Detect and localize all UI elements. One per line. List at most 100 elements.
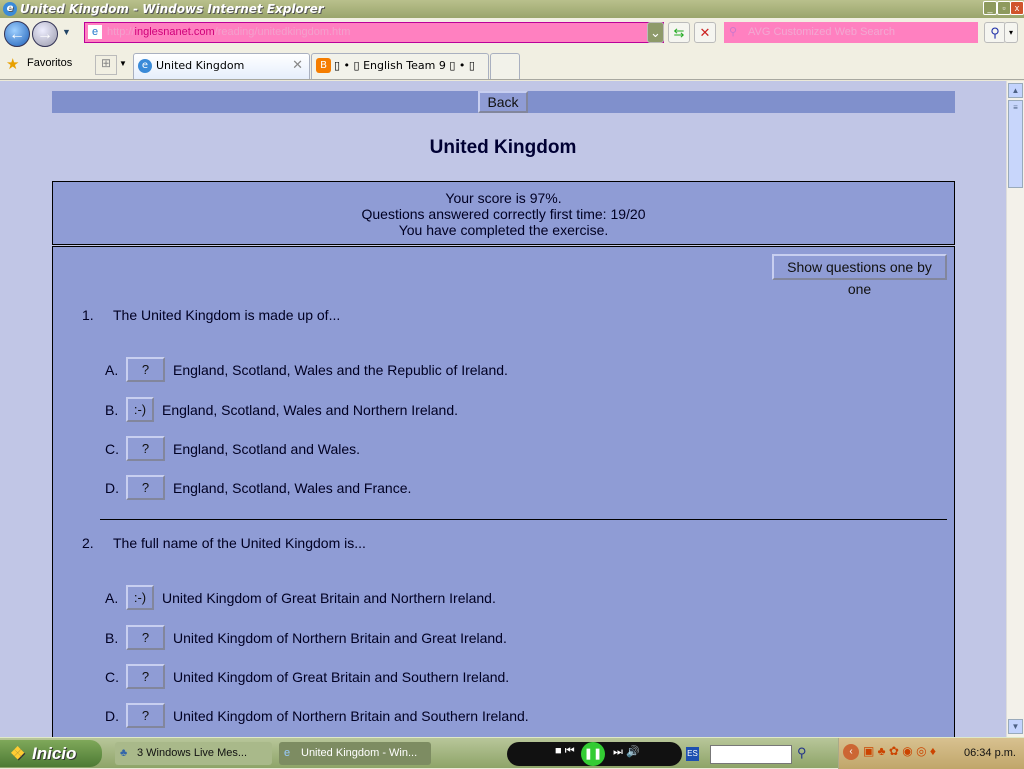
address-dropdown-icon[interactable]: ⌄: [647, 22, 664, 43]
question-number: 1.: [82, 307, 94, 323]
task-label: United Kingdom - Win...: [301, 747, 418, 759]
search-input[interactable]: ⚲ AVG Customized Web Search: [724, 22, 978, 43]
question-text: The full name of the United Kingdom is..…: [113, 535, 366, 551]
windows-logo-icon: ❖: [10, 744, 26, 763]
favorites-star-icon: ★: [6, 56, 20, 73]
blogger-icon: B: [316, 58, 331, 73]
minimize-button[interactable]: _: [983, 1, 997, 15]
refresh-icon[interactable]: ⇆: [668, 22, 690, 43]
answer-button[interactable]: ?: [126, 703, 165, 728]
answer-button[interactable]: ?: [126, 664, 165, 689]
scroll-down-icon[interactable]: ▼: [1008, 719, 1023, 734]
correct-first-time: Questions answered correctly first time:…: [361, 206, 646, 222]
system-tray: ‹ ▣ ♣ ✿ ◉ ◎ ♦ 06:34 p.m.: [838, 738, 1024, 769]
answer-button[interactable]: :-): [126, 585, 154, 610]
option-letter: B.: [105, 630, 119, 646]
option-text: United Kingdom of Northern Britain and S…: [173, 708, 529, 724]
search-options-icon[interactable]: ▾: [1004, 22, 1018, 43]
option-letter: C.: [105, 669, 119, 685]
tab-row: ★ Favoritos ⊞ ▼ e United Kingdom ✕ B ▯ •…: [0, 50, 1024, 80]
search-go-icon[interactable]: ⚲: [984, 22, 1006, 43]
completion-text: You have completed the exercise.: [398, 222, 609, 238]
option-letter: A.: [105, 590, 119, 606]
option-letter: D.: [105, 480, 119, 496]
tab-united-kingdom[interactable]: e United Kingdom ✕: [133, 53, 310, 79]
media-player-controls[interactable]: ■ ⏮ ❚❚ ⏭ 🔊: [507, 742, 682, 766]
address-bar[interactable]: e http://inglesnanet.com/reading/unitedk…: [84, 22, 664, 43]
answer-button[interactable]: ?: [126, 357, 165, 382]
scroll-up-icon[interactable]: ▲: [1008, 83, 1023, 98]
answer-button[interactable]: ?: [126, 625, 165, 650]
window-title-bar: e United Kingdom - Windows Internet Expl…: [0, 0, 1024, 18]
url-path: /reading/unitedkingdom.htm: [214, 26, 351, 38]
back-button[interactable]: Back: [478, 91, 528, 113]
maximize-button[interactable]: ▫: [997, 1, 1011, 15]
answer-option: B.? United Kingdom of Northern Britain an…: [105, 625, 905, 651]
pause-icon[interactable]: ❚❚: [581, 742, 605, 766]
answer-option: C.? United Kingdom of Great Britain and S…: [105, 664, 905, 690]
question-text: The United Kingdom is made up of...: [113, 307, 341, 323]
answer-button[interactable]: :-): [126, 397, 154, 422]
show-hidden-icons[interactable]: ‹: [843, 744, 859, 760]
stop-icon[interactable]: ✕: [694, 22, 716, 43]
task-label: 3 Windows Live Mes...: [137, 747, 248, 759]
question-divider: [100, 519, 947, 520]
favorites-button[interactable]: Favoritos: [27, 57, 72, 69]
option-text: England, Scotland, Wales and the Republi…: [173, 362, 508, 378]
page-title: United Kingdom: [429, 137, 577, 158]
stop-media-icon[interactable]: ■ ⏮: [555, 745, 575, 758]
answer-option: D.? England, Scotland, Wales and France.: [105, 475, 905, 501]
clock: 06:34 p.m.: [964, 747, 1016, 759]
forward-nav-button[interactable]: →: [32, 21, 58, 47]
close-window-button[interactable]: x: [1010, 1, 1024, 15]
option-text: United Kingdom of Great Britain and Nort…: [162, 590, 496, 606]
ie-icon: e: [3, 2, 17, 16]
taskbar-search-icon[interactable]: ⚲: [797, 745, 807, 761]
option-text: England, Scotland, Wales and France.: [173, 480, 412, 496]
answer-button[interactable]: ?: [126, 475, 165, 500]
nav-bar: Back: [52, 91, 955, 113]
answer-option: C.? England, Scotland and Wales.: [105, 436, 905, 462]
questions-box: Show questions one by one 1. The United K…: [52, 246, 955, 737]
score-text: Your score is 97%.: [445, 190, 562, 206]
show-questions-one-by-one-button[interactable]: Show questions one by one: [772, 254, 947, 297]
vertical-scrollbar[interactable]: ▲ ≡ ▼: [1006, 81, 1024, 737]
option-letter: A.: [105, 362, 119, 378]
scroll-thumb[interactable]: ≡: [1008, 100, 1023, 188]
task-windows-live-messenger[interactable]: ♣ 3 Windows Live Mes...: [115, 742, 272, 765]
start-button[interactable]: ❖ Inicio: [0, 740, 102, 767]
option-letter: B.: [105, 402, 119, 418]
option-text: England, Scotland, Wales and Northern Ir…: [162, 402, 458, 418]
answer-option: B. :-) England, Scotland, Wales and Northe…: [105, 397, 905, 423]
task-united-kingdom[interactable]: e United Kingdom - Win...: [279, 742, 431, 765]
option-text: United Kingdom of Great Britain and Sout…: [173, 669, 510, 685]
ie-icon: e: [138, 59, 152, 73]
messenger-icon: ♣: [120, 747, 128, 759]
search-icon: ⚲: [729, 26, 738, 38]
quick-tabs-icon[interactable]: ⊞: [95, 55, 117, 75]
new-tab-button[interactable]: [490, 53, 520, 79]
question-number: 2.: [82, 535, 94, 551]
score-box: Your score is 97%. Questions answered co…: [52, 181, 955, 245]
history-dropdown-icon[interactable]: ▼: [62, 27, 71, 37]
back-nav-button[interactable]: ←: [4, 21, 30, 47]
taskbar-search-input[interactable]: [710, 745, 792, 764]
start-label: Inicio: [32, 744, 77, 763]
tab-list-dropdown-icon[interactable]: ▼: [119, 59, 127, 68]
next-volume-icon[interactable]: ⏭ 🔊: [613, 745, 640, 759]
taskbar: ❖ Inicio ♣ 3 Windows Live Mes... e Unite…: [0, 737, 1024, 769]
tray-icons[interactable]: ▣ ♣ ✿ ◉ ◎ ♦: [863, 744, 936, 758]
option-text: England, Scotland and Wales.: [173, 441, 361, 457]
answer-button[interactable]: ?: [126, 436, 165, 461]
url-host: inglesnanet.com: [134, 26, 215, 38]
page-icon: e: [88, 25, 102, 39]
option-letter: C.: [105, 441, 119, 457]
url-prefix: http://: [107, 26, 135, 38]
tab-english-team[interactable]: B ▯ • ▯ English Team 9 ▯ • ▯: [311, 53, 489, 79]
close-tab-icon[interactable]: ✕: [292, 54, 303, 78]
language-indicator[interactable]: ES: [686, 747, 699, 761]
answer-option: D.? United Kingdom of Northern Britain an…: [105, 703, 905, 729]
tab-label: ▯ • ▯ English Team 9 ▯ • ▯: [334, 59, 475, 72]
option-text: United Kingdom of Northern Britain and G…: [173, 630, 507, 646]
answer-option: A. :-) United Kingdom of Great Britain and…: [105, 585, 905, 611]
